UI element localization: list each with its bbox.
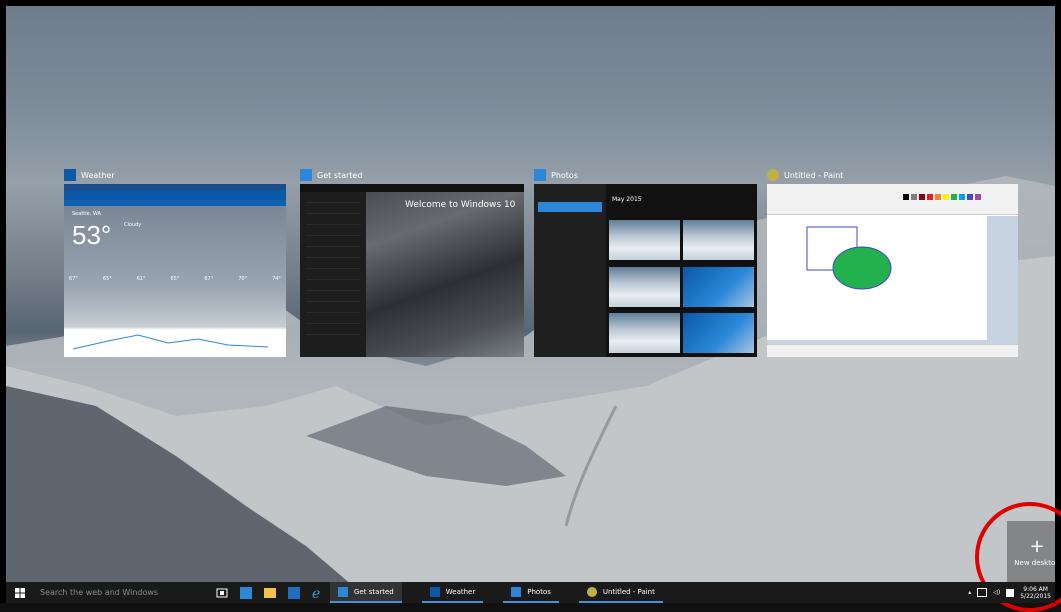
taskbar-app-label: Weather [445, 587, 476, 596]
window-title: Untitled - Paint [784, 170, 844, 180]
window-preview: May 2015 [534, 184, 757, 357]
clock[interactable]: 9:06 AM 5/22/2015 [1020, 586, 1051, 600]
taskbar-app-weather[interactable]: Weather [421, 582, 484, 603]
window-preview: Welcome to Windows 10 [300, 184, 524, 357]
taskbar-app-label: Get started [354, 587, 394, 596]
forecast-day: 65° [170, 276, 180, 282]
action-center-icon[interactable] [1006, 588, 1015, 597]
screen-frame: Weather Seattle, WA 53° Cloudy 67° 65° 6… [0, 0, 1061, 603]
paint-canvas [767, 216, 987, 340]
volume-icon[interactable]: ◁) [993, 589, 1000, 596]
edge-button[interactable]: e [308, 582, 328, 603]
taskbar-app-get-started[interactable]: Get started [330, 582, 402, 603]
windows-logo-icon [15, 587, 25, 598]
photos-icon [534, 169, 546, 181]
system-tray: ▴ ◁) 9:06 AM 5/22/2015 [968, 582, 1055, 603]
window-caption: Untitled - Paint [767, 166, 1018, 184]
hero-photo [366, 192, 524, 357]
paint-icon [767, 169, 779, 181]
paint-icon [586, 586, 597, 597]
weather-temperature: 53° [72, 220, 112, 250]
get-started-icon [300, 169, 312, 181]
clock-time: 9:06 AM [1023, 585, 1048, 593]
clock-date: 5/22/2015 [1020, 592, 1051, 600]
task-view-window-weather[interactable]: Weather Seattle, WA 53° Cloudy 67° 65° 6… [64, 166, 286, 357]
temperature-graph [72, 334, 269, 350]
paint-drawing [806, 226, 892, 290]
taskbar-app-label: Untitled - Paint [602, 587, 655, 596]
welcome-heading: Welcome to Windows 10 [405, 200, 516, 210]
forecast-day: 70° [238, 276, 248, 282]
window-caption: Photos [534, 166, 757, 184]
photos-collection: May 2015 [606, 184, 757, 357]
forecast-day: 67° [204, 276, 214, 282]
app-sidebar [300, 192, 366, 357]
weather-icon [429, 586, 440, 597]
forecast-day: 67° [69, 276, 78, 282]
window-preview: Seattle, WA 53° Cloudy 67° 65° 61° 65° 6… [64, 184, 286, 357]
file-explorer-button[interactable] [260, 582, 280, 603]
paint-canvas-area [767, 216, 1018, 345]
get-started-icon [338, 586, 348, 597]
mail-icon [288, 586, 300, 599]
weather-forecast: 67° 65° 61° 65° 67° 70° 74° [69, 276, 281, 282]
store-app-button[interactable] [236, 582, 256, 603]
app-sidebar [534, 184, 606, 357]
taskbar-app-paint[interactable]: Untitled - Paint [578, 582, 663, 603]
start-button[interactable] [6, 582, 34, 603]
forecast-day: 61° [136, 276, 146, 282]
window-title: Get started [317, 170, 363, 180]
taskbar-app-photos[interactable]: Photos [503, 582, 559, 603]
search-box[interactable]: Search the web and Windows [34, 582, 210, 603]
window-caption: Weather [64, 166, 286, 184]
forecast-day: 74° [272, 276, 281, 282]
weather-body: Seattle, WA 53° Cloudy 67° 65° 61° 65° 6… [64, 206, 286, 357]
chevron-up-icon[interactable]: ▴ [968, 589, 971, 596]
window-preview [767, 184, 1018, 357]
window-title: Photos [551, 170, 578, 180]
title-bar [300, 184, 524, 192]
task-view-icon [216, 588, 228, 597]
window-caption: Get started [300, 166, 524, 184]
network-icon[interactable] [977, 588, 988, 597]
folder-icon [264, 587, 276, 598]
photos-icon [511, 586, 522, 597]
outlook-button[interactable] [284, 582, 304, 603]
weather-condition: Cloudy [124, 222, 142, 228]
weather-icon [64, 169, 76, 181]
store-icon [240, 586, 252, 599]
paint-ribbon [767, 184, 1018, 215]
app-header [64, 190, 286, 200]
photos-month: May 2015 [612, 196, 642, 203]
paint-status-bar [767, 344, 1018, 357]
task-view-window-photos[interactable]: Photos May 2015 [534, 166, 757, 357]
photos-grid [609, 220, 754, 357]
taskbar: Search the web and Windows e Get started… [6, 582, 1055, 603]
task-view-window-paint[interactable]: Untitled - Paint [767, 166, 1018, 357]
window-title: Weather [81, 170, 115, 180]
task-view-window-get-started[interactable]: Get started Welcome to Windows 10 [300, 166, 524, 357]
task-view-button[interactable] [212, 582, 232, 603]
svg-text:e: e [312, 586, 320, 600]
taskbar-app-label: Photos [527, 587, 551, 596]
weather-city: Seattle, WA [72, 211, 101, 217]
edge-icon: e [312, 586, 320, 600]
forecast-day: 65° [102, 276, 112, 282]
